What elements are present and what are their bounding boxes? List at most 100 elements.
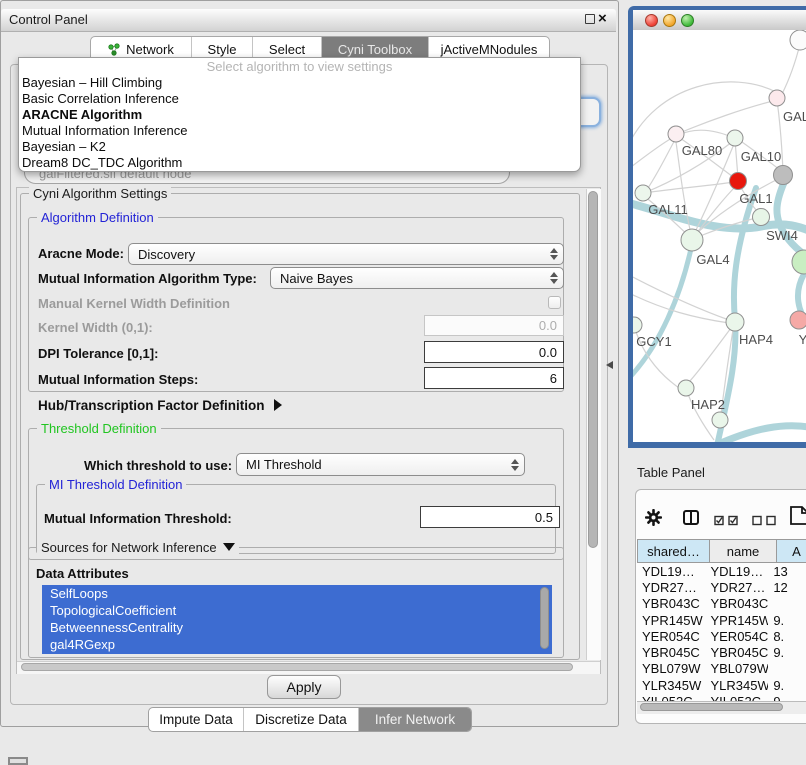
mouse-cursor bbox=[606, 361, 613, 369]
tab-infer-network[interactable]: Infer Network bbox=[358, 708, 471, 731]
which-threshold-combobox[interactable]: MI Threshold bbox=[236, 453, 525, 476]
data-attribute-item[interactable]: BetweennessCentrality bbox=[42, 619, 552, 636]
table-cell: YIL052C bbox=[705, 694, 768, 701]
algorithm-option[interactable]: ARACNE Algorithm bbox=[19, 107, 580, 123]
data-attributes-label: Data Attributes bbox=[36, 566, 129, 581]
table-cell: YBR043C bbox=[705, 596, 768, 611]
network-node-gal[interactable] bbox=[769, 90, 785, 106]
table-cell: YBR043C bbox=[637, 596, 705, 611]
network-node[interactable] bbox=[774, 166, 793, 185]
document-icon[interactable] bbox=[789, 505, 806, 525]
tab-label: Select bbox=[269, 42, 305, 57]
network-node[interactable] bbox=[712, 412, 728, 428]
which-threshold-label: Which threshold to use: bbox=[84, 458, 232, 473]
algorithm-option[interactable]: Bayesian – Hill Climbing bbox=[19, 75, 580, 91]
network-node-gcy1[interactable] bbox=[633, 317, 642, 333]
table-cell: 8. bbox=[768, 629, 806, 644]
network-node[interactable] bbox=[792, 250, 806, 274]
column-header[interactable]: name bbox=[710, 539, 777, 563]
table-horizontal-scrollbar-thumb[interactable] bbox=[640, 703, 783, 711]
minimize-traffic-light[interactable] bbox=[663, 14, 676, 27]
close-traffic-light[interactable] bbox=[645, 14, 658, 27]
network-node-gal10[interactable] bbox=[727, 130, 743, 146]
table-cell: YPR145W bbox=[637, 613, 705, 628]
horizontal-scrollbar-thumb[interactable] bbox=[21, 663, 573, 671]
mi-type-label: Mutual Information Algorithm Type: bbox=[38, 271, 257, 286]
table-row[interactable]: YDR27…YDR27…12 bbox=[637, 579, 806, 595]
table-row[interactable]: YLR345WYLR345W9. bbox=[637, 677, 806, 693]
stepper-icon bbox=[545, 248, 563, 260]
threshold-definition-title: Threshold Definition bbox=[37, 421, 161, 436]
network-node-gal80[interactable] bbox=[668, 126, 684, 142]
network-node-label: GAL bbox=[783, 109, 806, 124]
mi-steps-field[interactable]: 6 bbox=[424, 367, 564, 389]
data-attribute-item[interactable]: gal4RGexp bbox=[42, 636, 552, 653]
network-node-label: GCY1 bbox=[636, 334, 671, 349]
network-node-hap4[interactable] bbox=[726, 313, 744, 331]
mi-threshold-field[interactable]: 0.5 bbox=[420, 506, 560, 528]
data-attribute-item[interactable]: SelfLoops bbox=[42, 585, 552, 602]
vertical-scrollbar-thumb[interactable] bbox=[588, 191, 598, 548]
tab-label: Infer Network bbox=[375, 712, 455, 727]
table-row[interactable]: YBL079WYBL079W bbox=[637, 661, 806, 677]
tab-label: jActiveMNodules bbox=[441, 42, 538, 57]
settings-gear-icon[interactable] bbox=[645, 509, 662, 531]
network-canvas[interactable]: GALGAL80GAL10GAL1GAL11SWI4GAL4GCY1HAP4YH… bbox=[633, 30, 806, 442]
aracne-mode-combobox[interactable]: Discovery bbox=[128, 243, 564, 265]
dpi-tolerance-field[interactable]: 0.0 bbox=[424, 341, 564, 363]
algorithm-option[interactable]: Mutual Information Inference bbox=[19, 123, 580, 139]
algorithm-option[interactable]: Dream8 DC_TDC Algorithm bbox=[19, 155, 580, 171]
tab-impute-data[interactable]: Impute Data bbox=[149, 708, 243, 731]
network-node-y[interactable] bbox=[790, 311, 806, 329]
tab-label: Network bbox=[126, 42, 174, 57]
data-attribute-item[interactable]: TopologicalCoefficient bbox=[42, 602, 552, 619]
network-node-label: HAP2 bbox=[691, 397, 725, 412]
table-row[interactable]: YPR145WYPR145W9. bbox=[637, 612, 806, 628]
network-node-gal11[interactable] bbox=[635, 185, 651, 201]
maximize-traffic-light[interactable] bbox=[681, 14, 694, 27]
minimized-panel-icon[interactable] bbox=[8, 757, 28, 765]
network-node[interactable] bbox=[790, 30, 806, 50]
sources-title[interactable]: Sources for Network Inference bbox=[37, 540, 239, 555]
network-node-gal4[interactable] bbox=[681, 229, 703, 251]
control-panel-titlebar[interactable] bbox=[1, 9, 616, 32]
list-scrollbar-thumb[interactable] bbox=[540, 587, 549, 649]
network-node-gal1[interactable] bbox=[730, 173, 747, 190]
column-header[interactable]: A bbox=[777, 539, 806, 563]
columns-icon[interactable] bbox=[682, 509, 700, 531]
network-node-label: GAL11 bbox=[648, 202, 688, 217]
kernel-width-field[interactable]: 0.0 bbox=[424, 315, 564, 336]
select-all-checkboxes-icon[interactable] bbox=[714, 513, 740, 531]
algorithm-option[interactable]: Bayesian – K2 bbox=[19, 139, 580, 155]
hub-definition-expander[interactable]: Hub/Transcription Factor Definition bbox=[38, 398, 282, 413]
aracne-mode-value: Discovery bbox=[129, 247, 545, 262]
close-icon[interactable]: × bbox=[598, 10, 607, 28]
table-row[interactable]: YBR043CYBR043C bbox=[637, 596, 806, 612]
table-row[interactable]: YBR045CYBR045C9. bbox=[637, 644, 806, 660]
algorithm-option[interactable]: Basic Correlation Inference bbox=[19, 91, 580, 107]
column-header[interactable]: shared… bbox=[637, 539, 710, 563]
kernel-width-value: 0.0 bbox=[539, 318, 557, 333]
table-panel-title: Table Panel bbox=[637, 465, 705, 480]
algorithm-popup-prompt: Select algorithm to view settings bbox=[19, 58, 580, 75]
apply-button[interactable]: Apply bbox=[267, 675, 341, 699]
table-cell: YLR345W bbox=[637, 678, 705, 693]
network-node-label: GAL10 bbox=[741, 149, 781, 164]
expand-right-icon bbox=[274, 399, 282, 411]
network-node-hap2[interactable] bbox=[678, 380, 694, 396]
table-row[interactable]: YER054CYER054C8. bbox=[637, 628, 806, 644]
network-node-swi4[interactable] bbox=[753, 209, 770, 226]
bottom-tabbar: Impute Data Discretize Data Infer Networ… bbox=[148, 707, 472, 732]
table-row[interactable]: YIL052CYIL052C9 bbox=[637, 693, 806, 701]
cyni-algorithm-settings-title: Cyni Algorithm Settings bbox=[29, 186, 171, 201]
stepper-icon bbox=[545, 272, 563, 284]
mi-threshold-definition-title: MI Threshold Definition bbox=[45, 477, 186, 492]
deselect-all-checkboxes-icon[interactable] bbox=[752, 513, 778, 531]
algorithm-definition-title: Algorithm Definition bbox=[37, 210, 158, 225]
tab-discretize-data[interactable]: Discretize Data bbox=[243, 708, 358, 731]
mi-type-combobox[interactable]: Naive Bayes bbox=[270, 267, 564, 289]
table-row[interactable]: YDL19…YDL19…13 bbox=[637, 563, 806, 579]
manual-kernel-checkbox[interactable] bbox=[548, 296, 561, 309]
float-window-icon[interactable] bbox=[585, 14, 595, 24]
network-window-titlebar[interactable] bbox=[633, 10, 806, 31]
